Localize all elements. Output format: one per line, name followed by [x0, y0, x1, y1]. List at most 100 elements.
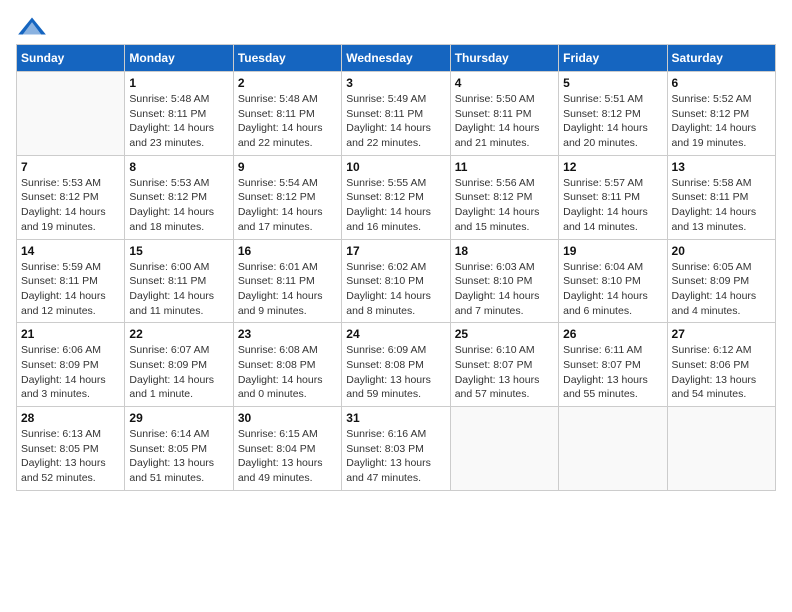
day-number: 13: [672, 160, 771, 174]
day-number: 10: [346, 160, 445, 174]
calendar-week-row: 28 Sunrise: 6:13 AM Sunset: 8:05 PM Dayli…: [17, 407, 776, 491]
calendar-cell: 17 Sunrise: 6:02 AM Sunset: 8:10 PM Dayli…: [342, 239, 450, 323]
calendar-cell: 4 Sunrise: 5:50 AM Sunset: 8:11 PM Daylig…: [450, 72, 558, 156]
logo: [16, 16, 52, 36]
day-info: Sunrise: 6:02 AM Sunset: 8:10 PM Dayligh…: [346, 260, 445, 319]
calendar-cell: 3Sunrise: 5:49 AM Sunset: 8:11 PM Daylig…: [342, 72, 450, 156]
day-number: 9: [238, 160, 337, 174]
day-number: 7: [21, 160, 120, 174]
calendar-cell: 5 Sunrise: 5:51 AM Sunset: 8:12 PM Daylig…: [559, 72, 667, 156]
day-header-friday: Friday: [559, 45, 667, 72]
day-info: Sunrise: 5:57 AM Sunset: 8:11 PM Dayligh…: [563, 176, 662, 235]
day-number: 31: [346, 411, 445, 425]
day-number: 17: [346, 244, 445, 258]
day-number: 16: [238, 244, 337, 258]
day-number: 15: [129, 244, 228, 258]
day-info: Sunrise: 6:14 AM Sunset: 8:05 PM Dayligh…: [129, 427, 228, 486]
day-header-monday: Monday: [125, 45, 233, 72]
calendar-cell: [450, 407, 558, 491]
day-number: 1: [129, 76, 228, 90]
day-number: 6: [672, 76, 771, 90]
day-info: Sunrise: 5:51 AM Sunset: 8:12 PM Dayligh…: [563, 92, 662, 151]
day-info: Sunrise: 6:11 AM Sunset: 8:07 PM Dayligh…: [563, 343, 662, 402]
calendar-cell: 24Sunrise: 6:09 AM Sunset: 8:08 PM Dayli…: [342, 323, 450, 407]
day-number: 8: [129, 160, 228, 174]
day-info: Sunrise: 5:48 AM Sunset: 8:11 PM Dayligh…: [238, 92, 337, 151]
calendar-cell: 28 Sunrise: 6:13 AM Sunset: 8:05 PM Dayli…: [17, 407, 125, 491]
calendar-cell: 26Sunrise: 6:11 AM Sunset: 8:07 PM Dayli…: [559, 323, 667, 407]
calendar-cell: 9 Sunrise: 5:54 AM Sunset: 8:12 PM Daylig…: [233, 155, 341, 239]
calendar-cell: 18Sunrise: 6:03 AM Sunset: 8:10 PM Dayli…: [450, 239, 558, 323]
day-info: Sunrise: 6:00 AM Sunset: 8:11 PM Dayligh…: [129, 260, 228, 319]
calendar-cell: 8 Sunrise: 5:53 AM Sunset: 8:12 PM Daylig…: [125, 155, 233, 239]
calendar-header-row: SundayMondayTuesdayWednesdayThursdayFrid…: [17, 45, 776, 72]
calendar-week-row: 21 Sunrise: 6:06 AM Sunset: 8:09 PM Dayli…: [17, 323, 776, 407]
day-number: 28: [21, 411, 120, 425]
day-info: Sunrise: 6:15 AM Sunset: 8:04 PM Dayligh…: [238, 427, 337, 486]
day-header-sunday: Sunday: [17, 45, 125, 72]
day-number: 27: [672, 327, 771, 341]
calendar-cell: [667, 407, 775, 491]
day-header-thursday: Thursday: [450, 45, 558, 72]
calendar-week-row: 14 Sunrise: 5:59 AM Sunset: 8:11 PM Dayli…: [17, 239, 776, 323]
day-info: Sunrise: 5:55 AM Sunset: 8:12 PM Dayligh…: [346, 176, 445, 235]
day-number: 23: [238, 327, 337, 341]
calendar-cell: 27 Sunrise: 6:12 AM Sunset: 8:06 PM Dayli…: [667, 323, 775, 407]
calendar-cell: 12 Sunrise: 5:57 AM Sunset: 8:11 PM Dayli…: [559, 155, 667, 239]
calendar-cell: 14 Sunrise: 5:59 AM Sunset: 8:11 PM Dayli…: [17, 239, 125, 323]
day-info: Sunrise: 6:03 AM Sunset: 8:10 PM Dayligh…: [455, 260, 554, 319]
day-number: 20: [672, 244, 771, 258]
day-number: 19: [563, 244, 662, 258]
calendar-cell: 16 Sunrise: 6:01 AM Sunset: 8:11 PM Dayli…: [233, 239, 341, 323]
day-header-wednesday: Wednesday: [342, 45, 450, 72]
calendar-cell: 13Sunrise: 5:58 AM Sunset: 8:11 PM Dayli…: [667, 155, 775, 239]
day-number: 14: [21, 244, 120, 258]
logo-icon: [16, 16, 48, 36]
day-info: Sunrise: 5:54 AM Sunset: 8:12 PM Dayligh…: [238, 176, 337, 235]
day-info: Sunrise: 6:13 AM Sunset: 8:05 PM Dayligh…: [21, 427, 120, 486]
calendar-cell: 20 Sunrise: 6:05 AM Sunset: 8:09 PM Dayli…: [667, 239, 775, 323]
day-info: Sunrise: 6:07 AM Sunset: 8:09 PM Dayligh…: [129, 343, 228, 402]
day-number: 11: [455, 160, 554, 174]
calendar-cell: 6 Sunrise: 5:52 AM Sunset: 8:12 PM Daylig…: [667, 72, 775, 156]
day-info: Sunrise: 5:59 AM Sunset: 8:11 PM Dayligh…: [21, 260, 120, 319]
calendar-week-row: 7 Sunrise: 5:53 AM Sunset: 8:12 PM Daylig…: [17, 155, 776, 239]
calendar-week-row: 1 Sunrise: 5:48 AM Sunset: 8:11 PM Daylig…: [17, 72, 776, 156]
calendar-cell: 15 Sunrise: 6:00 AM Sunset: 8:11 PM Dayli…: [125, 239, 233, 323]
day-number: 24: [346, 327, 445, 341]
day-header-saturday: Saturday: [667, 45, 775, 72]
day-number: 4: [455, 76, 554, 90]
day-number: 21: [21, 327, 120, 341]
day-info: Sunrise: 5:56 AM Sunset: 8:12 PM Dayligh…: [455, 176, 554, 235]
day-info: Sunrise: 6:12 AM Sunset: 8:06 PM Dayligh…: [672, 343, 771, 402]
calendar-cell: 22Sunrise: 6:07 AM Sunset: 8:09 PM Dayli…: [125, 323, 233, 407]
calendar-cell: 19 Sunrise: 6:04 AM Sunset: 8:10 PM Dayli…: [559, 239, 667, 323]
day-number: 12: [563, 160, 662, 174]
calendar-cell: 30Sunrise: 6:15 AM Sunset: 8:04 PM Dayli…: [233, 407, 341, 491]
day-number: 5: [563, 76, 662, 90]
day-info: Sunrise: 5:52 AM Sunset: 8:12 PM Dayligh…: [672, 92, 771, 151]
day-info: Sunrise: 6:06 AM Sunset: 8:09 PM Dayligh…: [21, 343, 120, 402]
day-info: Sunrise: 6:05 AM Sunset: 8:09 PM Dayligh…: [672, 260, 771, 319]
calendar-cell: 23 Sunrise: 6:08 AM Sunset: 8:08 PM Dayli…: [233, 323, 341, 407]
day-info: Sunrise: 6:04 AM Sunset: 8:10 PM Dayligh…: [563, 260, 662, 319]
header: [16, 16, 776, 36]
day-number: 2: [238, 76, 337, 90]
day-info: Sunrise: 6:16 AM Sunset: 8:03 PM Dayligh…: [346, 427, 445, 486]
calendar-cell: [17, 72, 125, 156]
day-info: Sunrise: 6:08 AM Sunset: 8:08 PM Dayligh…: [238, 343, 337, 402]
calendar-cell: 11 Sunrise: 5:56 AM Sunset: 8:12 PM Dayli…: [450, 155, 558, 239]
calendar-cell: [559, 407, 667, 491]
day-info: Sunrise: 6:10 AM Sunset: 8:07 PM Dayligh…: [455, 343, 554, 402]
day-number: 29: [129, 411, 228, 425]
day-number: 25: [455, 327, 554, 341]
calendar-cell: 7 Sunrise: 5:53 AM Sunset: 8:12 PM Daylig…: [17, 155, 125, 239]
day-info: Sunrise: 5:50 AM Sunset: 8:11 PM Dayligh…: [455, 92, 554, 151]
calendar-cell: 10 Sunrise: 5:55 AM Sunset: 8:12 PM Dayli…: [342, 155, 450, 239]
day-info: Sunrise: 5:48 AM Sunset: 8:11 PM Dayligh…: [129, 92, 228, 151]
calendar-cell: 21 Sunrise: 6:06 AM Sunset: 8:09 PM Dayli…: [17, 323, 125, 407]
day-info: Sunrise: 5:53 AM Sunset: 8:12 PM Dayligh…: [129, 176, 228, 235]
day-info: Sunrise: 6:01 AM Sunset: 8:11 PM Dayligh…: [238, 260, 337, 319]
calendar-cell: 25 Sunrise: 6:10 AM Sunset: 8:07 PM Dayli…: [450, 323, 558, 407]
day-info: Sunrise: 5:53 AM Sunset: 8:12 PM Dayligh…: [21, 176, 120, 235]
